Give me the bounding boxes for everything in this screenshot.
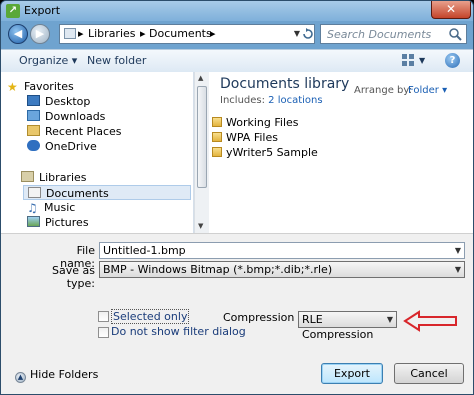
music-icon: ♫: [27, 201, 38, 215]
sidebar-item-recent-places[interactable]: Recent Places: [27, 124, 122, 139]
selected-only-checkbox[interactable]: [98, 311, 109, 322]
file-list-pane: Documents library Includes: 2 locations …: [209, 72, 473, 233]
address-bar[interactable]: ▸ Libraries ▸ Documents ▸ ▼: [59, 24, 315, 44]
star-icon: ★: [7, 80, 18, 94]
search-icon[interactable]: [448, 27, 462, 41]
breadcrumb-separator-icon[interactable]: ▸: [140, 27, 146, 40]
new-folder-button[interactable]: New folder: [87, 54, 146, 67]
sidebar-item-pictures[interactable]: Pictures: [27, 215, 89, 230]
navigation-bar: ◀ ▶ ▸ Libraries ▸ Documents ▸ ▼ Search D…: [1, 21, 473, 47]
downloads-icon: [27, 110, 40, 121]
sidebar-group-favorites[interactable]: ★ Favorites: [7, 79, 74, 94]
scrollbar-thumb[interactable]: [197, 86, 207, 188]
chevron-down-icon[interactable]: ▼: [455, 262, 461, 277]
export-button[interactable]: Export: [321, 363, 383, 384]
save-options-panel: File name: Untitled-1.bmp ▼ Save as type…: [1, 233, 473, 394]
sidebar-item-onedrive[interactable]: OneDrive: [27, 139, 97, 154]
folder-item[interactable]: WPA Files: [212, 130, 278, 145]
file-name-field[interactable]: Untitled-1.bmp ▼: [99, 242, 465, 259]
annotation-arrow-icon: [403, 310, 457, 332]
save-as-type-select[interactable]: BMP - Windows Bitmap (*.bmp;*.dib;*.rle)…: [99, 261, 465, 278]
breadcrumb-documents[interactable]: Documents: [149, 27, 212, 40]
compression-type-select[interactable]: RLE Compression ▼: [298, 311, 397, 341]
folder-item[interactable]: Working Files: [212, 115, 299, 130]
app-icon: ↗: [6, 4, 20, 18]
organize-button[interactable]: Organize ▾: [19, 54, 77, 67]
sidebar-item-documents[interactable]: Documents: [23, 185, 191, 200]
export-dialog: ↗ Export ✕ ◀ ▶ ▸ Libraries ▸ Documents ▸…: [0, 0, 474, 395]
chevron-down-icon[interactable]: ▼: [455, 243, 461, 258]
breadcrumb-separator-icon[interactable]: ▸: [78, 27, 84, 40]
search-placeholder: Search Documents: [327, 28, 432, 41]
arrange-by-label: Arrange by:: [354, 85, 412, 96]
breadcrumb-separator-icon[interactable]: ▸: [210, 27, 216, 40]
sidebar-group-libraries[interactable]: Libraries: [21, 170, 87, 185]
window-title: Export: [24, 4, 61, 17]
cancel-button[interactable]: Cancel: [394, 363, 464, 384]
recent-places-icon: [27, 125, 40, 136]
library-title: Documents library: [220, 76, 350, 92]
scroll-down-icon[interactable]: ▼: [198, 222, 203, 230]
folder-icon: [212, 132, 222, 142]
folder-icon: [212, 117, 222, 127]
sidebar-item-desktop[interactable]: Desktop: [27, 94, 90, 109]
chevron-up-icon: ▲: [15, 372, 26, 383]
sidebar-item-downloads[interactable]: Downloads: [27, 109, 105, 124]
forward-button[interactable]: ▶: [30, 24, 50, 44]
no-filter-dialog-label[interactable]: Do not show filter dialog: [111, 325, 246, 338]
selected-only-label[interactable]: Selected only: [111, 309, 190, 324]
location-icon: [64, 28, 76, 39]
help-icon[interactable]: ?: [445, 53, 460, 68]
desktop-icon: [27, 95, 40, 106]
save-as-type-label: Save as type:: [52, 264, 95, 290]
libraries-icon: [21, 171, 34, 182]
arrange-by-dropdown[interactable]: Folder ▾: [408, 85, 447, 96]
navigation-pane: ★ Favorites Desktop Downloads Recent Plac…: [1, 72, 194, 233]
search-input[interactable]: Search Documents: [320, 24, 467, 44]
breadcrumb-libraries[interactable]: Libraries: [88, 27, 136, 40]
hide-folders-button[interactable]: ▲ Hide Folders: [15, 368, 98, 383]
no-filter-dialog-checkbox[interactable]: [98, 327, 109, 338]
view-dropdown-icon[interactable]: ▼: [419, 56, 425, 65]
pictures-icon: [27, 216, 40, 227]
back-button[interactable]: ◀: [8, 24, 28, 44]
cloud-icon: [27, 140, 40, 151]
close-button[interactable]: ✕: [431, 1, 471, 19]
scroll-up-icon[interactable]: ▲: [198, 74, 203, 82]
command-bar: Organize ▾ New folder ▼ ?: [1, 49, 473, 73]
library-includes: Includes: 2 locations: [220, 95, 323, 106]
sidebar-item-music[interactable]: ♫ Music: [27, 200, 75, 215]
documents-icon: [28, 187, 41, 198]
title-bar: ↗ Export ✕: [1, 1, 473, 21]
view-options-icon[interactable]: [402, 54, 416, 67]
locations-link[interactable]: 2 locations: [268, 95, 322, 106]
chevron-down-icon[interactable]: ▼: [387, 312, 393, 327]
folder-icon: [212, 147, 222, 157]
refresh-icon[interactable]: [300, 24, 316, 44]
folder-item[interactable]: yWriter5 Sample: [212, 145, 318, 160]
sidebar-scrollbar[interactable]: ▲ ▼: [194, 72, 209, 233]
